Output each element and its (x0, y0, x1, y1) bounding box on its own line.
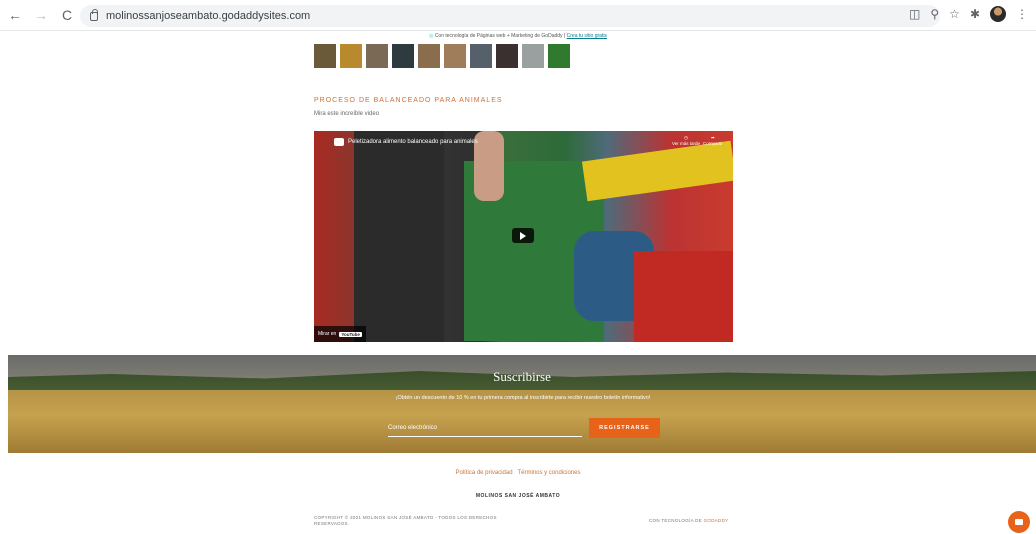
section-title: PROCESO DE BALANCEADO PARA ANIMALES (314, 97, 503, 104)
url-text: molinossanjoseambato.godaddysites.com (106, 10, 311, 22)
gallery-thumbnail[interactable] (340, 44, 362, 68)
banner-text: Con tecnología de Páginas web + Marketin… (434, 33, 563, 39)
copyright-text: COPYRIGHT © 2021 MOLINOS SAN JOSÉ AMBATO… (314, 515, 497, 526)
footer-links: Política de privacidad Términos y condic… (0, 470, 1036, 476)
terms-link[interactable]: Términos y condiciones (517, 470, 580, 476)
share-button[interactable]: ➦ Compartir (703, 135, 723, 146)
gallery-thumbnail[interactable] (366, 44, 388, 68)
gallery-thumbnail[interactable] (418, 44, 440, 68)
video-title-text: Peletizadora alimento balanceado para an… (348, 139, 478, 145)
back-arrow-icon[interactable]: ← (4, 4, 26, 26)
subscribe-text: ¡Obtén un descuento de 10 % en tu primer… (395, 395, 651, 401)
godaddy-link[interactable]: GODADDY (704, 518, 729, 523)
watch-on-label: Mirar en (318, 331, 337, 337)
video-red-machine (634, 251, 733, 342)
install-icon[interactable]: ◫ (909, 7, 920, 21)
browser-actions: ◫ ⚲ ☆ ✱ ⋮ (909, 6, 1028, 22)
gallery-thumbnail[interactable] (314, 44, 336, 68)
video-arm (474, 131, 504, 201)
powered-by: CON TECNOLOGÍA DE GODADDY (649, 518, 728, 523)
gallery-thumbnail[interactable] (548, 44, 570, 68)
address-bar[interactable]: molinossanjoseambato.godaddysites.com (80, 5, 940, 27)
footer-brand: MOLINOS SAN JOSÉ AMBATO (475, 493, 561, 499)
banner-separator: | (563, 33, 566, 39)
register-button[interactable]: REGISTRARSE (589, 418, 660, 438)
email-field[interactable]: Correo electrónico (388, 421, 582, 437)
browser-toolbar: ← → C molinossanjoseambato.godaddysites.… (0, 0, 1036, 31)
youtube-logo-icon: YouTube (339, 331, 362, 337)
extensions-icon[interactable]: ✱ (970, 7, 980, 21)
video-player[interactable]: Peletizadora alimento balanceado para an… (314, 131, 733, 342)
share-label: Compartir (703, 141, 723, 146)
subscribe-section: Suscribirse ¡Obtén un descuento de 10 % … (8, 355, 1036, 453)
privacy-link[interactable]: Política de privacidad (456, 470, 513, 476)
section-subtitle: Mira este increíble video (314, 111, 380, 117)
video-title[interactable]: Peletizadora alimento balanceado para an… (334, 138, 478, 146)
gallery-thumbnail[interactable] (444, 44, 466, 68)
subscribe-title: Suscribirse (493, 369, 551, 384)
gallery-thumbnail[interactable] (470, 44, 492, 68)
channel-icon (334, 138, 344, 146)
forward-arrow-icon[interactable]: → (30, 4, 52, 26)
watch-later-label: Ver más tarde (672, 141, 701, 146)
avatar[interactable] (990, 6, 1006, 22)
zoom-icon[interactable]: ⚲ (930, 7, 939, 21)
powered-prefix: CON TECNOLOGÍA DE (649, 518, 703, 523)
watch-on-youtube[interactable]: Mirar en YouTube (314, 326, 366, 342)
gallery-thumbnail[interactable] (496, 44, 518, 68)
watch-later-button[interactable]: ◷ Ver más tarde (672, 135, 700, 146)
reload-icon[interactable]: C (56, 4, 78, 26)
gallery-thumbnails (314, 44, 570, 68)
bookmark-star-icon[interactable]: ☆ (949, 7, 960, 21)
godaddy-logo-icon: ◎ (429, 33, 434, 39)
gallery-thumbnail[interactable] (522, 44, 544, 68)
godaddy-banner: ◎ Con tecnología de Páginas web + Market… (0, 31, 1036, 42)
menu-icon[interactable]: ⋮ (1016, 7, 1028, 21)
create-site-link[interactable]: Crea tu sitio gratis (567, 33, 607, 39)
lock-icon (90, 8, 98, 21)
chat-button[interactable] (1008, 511, 1030, 533)
video-person (354, 131, 444, 342)
gallery-thumbnail[interactable] (392, 44, 414, 68)
play-button[interactable] (512, 228, 534, 243)
